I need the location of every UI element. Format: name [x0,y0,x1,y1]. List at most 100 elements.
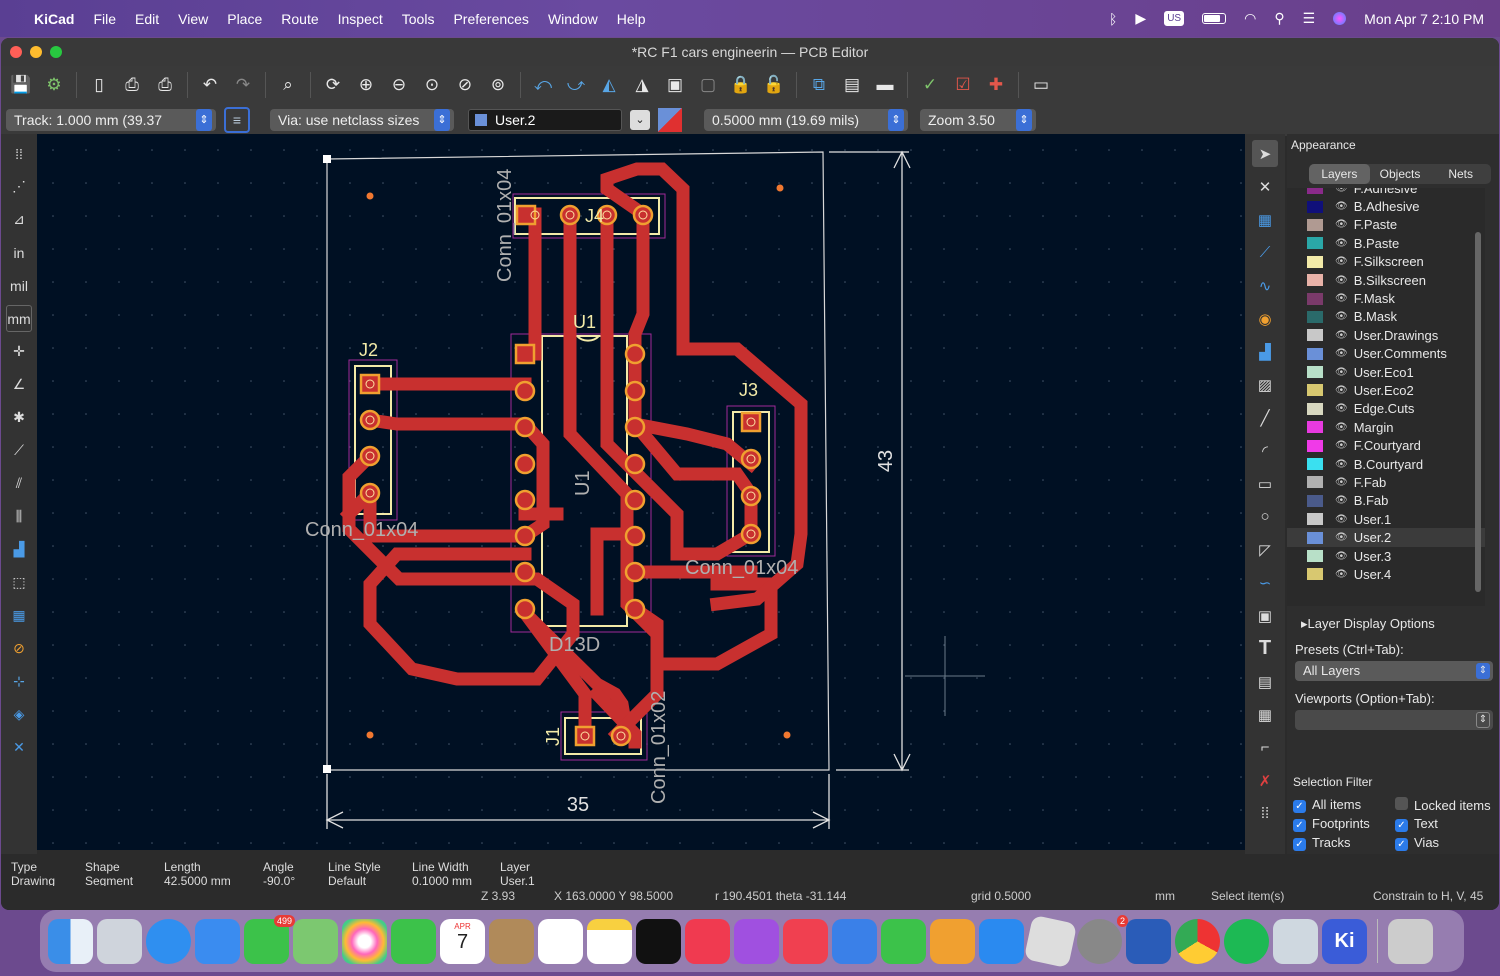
layer-row[interactable]: 👁 User.4 [1287,565,1485,583]
layer-display-options-toggle[interactable]: ▸Layer Display Options [1287,606,1499,632]
layer-row[interactable]: 👁 User.3 [1287,547,1485,565]
eye-icon[interactable]: 👁 [1335,495,1348,506]
undo-icon[interactable]: ↶ [196,71,224,99]
add-footprint-icon[interactable]: ▦ [1252,206,1278,233]
pad-outline-icon[interactable]: ⫼ [6,503,32,530]
add-zone-icon[interactable]: ▟ [1252,338,1278,365]
add-via-icon[interactable]: ◉ [1252,305,1278,332]
units-mil-button[interactable]: mil [6,272,32,299]
selection-filter-checkbox[interactable]: ✓ Tracks [1293,835,1395,851]
layer-color-swatch[interactable] [1307,568,1323,581]
preview-icon[interactable] [1273,918,1318,964]
layer-color-swatch[interactable] [1307,531,1323,544]
netlist-update-icon[interactable]: ⧉ [805,71,833,99]
footprint-editor-icon[interactable]: ▬ [871,71,899,99]
zoom-fit-icon[interactable]: ⊙ [418,71,446,99]
roblox-icon[interactable] [1023,914,1078,968]
draw-circle-icon[interactable]: ○ [1252,503,1278,530]
polar-coords-icon[interactable]: ⊿ [6,206,32,233]
layer-row[interactable]: 👁 B.Courtyard [1287,455,1485,473]
pcb-drawing[interactable]: 35 43 J2 J3 U1 J4 J1 Conn_01x04 Conn_01x… [37,134,1245,850]
layer-color-swatch[interactable] [1307,494,1323,507]
appletv-icon[interactable] [636,918,681,964]
layer-row[interactable]: 👁 B.Silkscreen [1287,271,1485,289]
eye-icon[interactable]: 👁 [1335,459,1348,470]
eye-icon[interactable]: 👁 [1335,569,1348,580]
lock-icon[interactable]: 🔒 [727,71,755,99]
drc-list-icon[interactable]: ☑ [949,71,977,99]
layer-row[interactable]: 👁 F.Adhesive [1287,188,1485,197]
net-inspector-icon[interactable]: ⊘ [6,635,32,662]
grid-select[interactable]: 0.5000 mm (19.69 mils) [704,109,908,131]
zoom-button[interactable] [50,46,62,58]
grid-overrides-icon[interactable]: ⋰ [6,173,32,200]
menu-route[interactable]: Route [281,11,318,27]
rule-area-icon[interactable]: ▨ [1252,371,1278,398]
contacts-icon[interactable] [489,918,534,964]
keynote-icon[interactable] [832,918,877,964]
layer-list-scrollbar[interactable] [1475,232,1481,592]
plot-icon[interactable]: ⎙ [151,71,179,99]
local-ratsnest-icon[interactable]: ✕ [1252,173,1278,200]
eye-icon[interactable]: 👁 [1335,403,1348,414]
control-center-icon[interactable]: ☰ [1303,10,1316,27]
flip-icon[interactable]: ◭ [595,71,623,99]
redo-icon[interactable]: ↷ [229,71,257,99]
layer-row[interactable]: 👁 F.Silkscreen [1287,253,1485,271]
zone-display-icon[interactable]: ⫽ [6,470,32,497]
checkbox-icon[interactable]: ✓ [1395,819,1408,832]
bezier-icon[interactable]: ∽ [1252,569,1278,596]
layer-color-swatch[interactable] [1307,200,1323,213]
word-icon[interactable] [1126,918,1171,964]
zoom-objects-icon[interactable]: ⊘ [451,71,479,99]
selection-filter-checkbox[interactable]: ✓ Text [1395,816,1497,832]
layer-row[interactable]: 👁 B.Fab [1287,492,1485,510]
add-textbox-icon[interactable]: ▤ [1252,668,1278,695]
eye-icon[interactable]: 👁 [1335,532,1348,543]
unlock-icon[interactable]: 🔓 [760,71,788,99]
scripting-console-icon[interactable]: ▭ [1027,71,1055,99]
cursor-crosshair-icon[interactable]: ✛ [6,338,32,365]
layer-color-swatch[interactable] [1307,513,1323,526]
layer-select[interactable]: User.2 [468,109,622,131]
print-icon[interactable]: ⎙ [118,71,146,99]
input-source[interactable]: US [1164,11,1185,26]
draw-polygon-icon[interactable]: ◸ [1252,536,1278,563]
router-icon[interactable]: ✚ [982,71,1010,99]
eye-icon[interactable]: 👁 [1335,330,1348,341]
checkbox-icon[interactable]: ✓ [1293,838,1306,851]
grid-dots-icon[interactable]: ⁞⁞ [6,140,32,167]
system-settings-icon[interactable]: 2 [1077,914,1128,964]
layer-color-swatch[interactable] [1307,237,1323,250]
draw-arc-icon[interactable]: ◜ [1252,437,1278,464]
layer-row[interactable]: 👁 User.Eco2 [1287,381,1485,399]
delete-tool-icon[interactable]: ✗ [1252,767,1278,794]
battery-icon[interactable] [1202,13,1227,24]
layer-row[interactable]: 👁 B.Paste [1287,234,1485,252]
layer-color-swatch[interactable] [1307,329,1323,342]
layer-color-swatch[interactable] [1307,476,1323,489]
photos-icon[interactable] [342,918,387,964]
tab-nets[interactable]: Nets [1430,164,1491,184]
menu-help[interactable]: Help [617,11,646,27]
layer-row[interactable]: 👁 User.Drawings [1287,326,1485,344]
bom-icon[interactable]: ▤ [838,71,866,99]
kicad-icon[interactable]: Ki [1322,918,1367,964]
eye-icon[interactable]: 👁 [1335,201,1348,212]
eye-icon[interactable]: 👁 [1335,219,1348,230]
spotlight-search-icon[interactable]: ⚲ [1274,10,1284,27]
ungroup-icon[interactable]: ▢ [694,71,722,99]
layer-color-swatch[interactable] [1307,402,1323,415]
layer-color-swatch[interactable] [1307,458,1323,471]
mail-icon[interactable] [195,918,240,964]
menu-edit[interactable]: Edit [135,11,159,27]
layer-color-swatch[interactable] [1307,310,1323,323]
track-width-mode-icon[interactable]: ≡ [224,107,250,133]
track-width-select[interactable]: Track: 1.000 mm (39.37 mils) [6,109,216,150]
selection-filter-checkbox[interactable]: ✓ All items [1293,797,1395,813]
checkbox-icon[interactable]: ✓ [1293,800,1306,813]
layer-row[interactable]: 👁 User.Eco1 [1287,363,1485,381]
eye-icon[interactable]: 👁 [1335,367,1348,378]
layer-color-swatch[interactable] [1307,292,1323,305]
layer-row[interactable]: 👁 User.Comments [1287,345,1485,363]
